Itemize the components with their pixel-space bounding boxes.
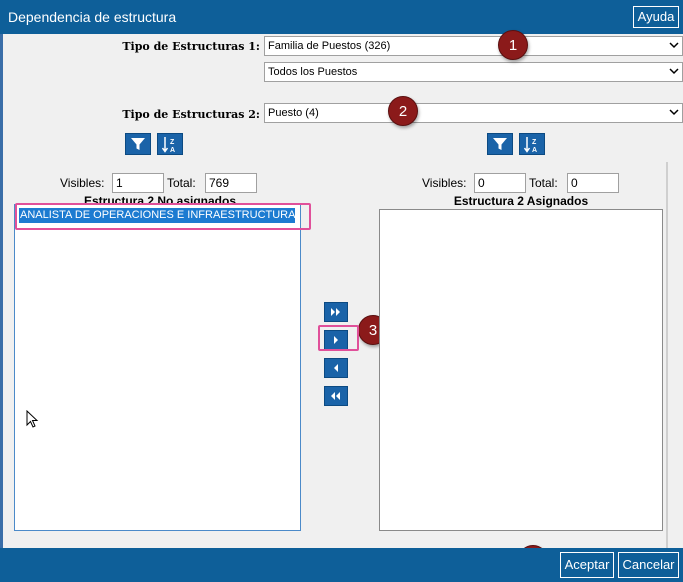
right-filter-button[interactable] [487,133,513,155]
right-visibles-label: Visibles: [422,176,467,190]
mouse-cursor-icon [26,410,39,428]
puestos-filter-select[interactable]: Todos los Puestos [264,62,683,82]
puestos-filter-value: Todos los Puestos [268,66,358,78]
chevron-down-icon [669,109,679,116]
left-sort-button[interactable]: Z A [157,133,183,155]
tipo-estructuras-2-label: Tipo de Estructuras 2: [122,108,260,121]
chevron-down-icon [669,68,679,75]
unassigned-listbox[interactable]: ANALISTA DE OPERACIONES E INFRAESTRUCTUR… [14,204,301,531]
move-left-button[interactable] [324,358,348,378]
right-sort-button[interactable]: Z A [519,133,545,155]
filter-icon [131,138,145,150]
tipo-estructuras-2-select[interactable]: Puesto (4) [264,103,683,123]
sort-za-icon: Z A [524,137,537,154]
right-visibles-field[interactable]: 0 [474,173,526,193]
chevron-down-icon [669,42,679,49]
tipo-estructuras-1-select[interactable]: Familia de Puestos (326) [264,36,683,56]
vertical-scrollbar[interactable] [666,162,668,548]
step-badge-1: 1 [498,30,528,60]
svg-text:Z: Z [532,139,537,146]
move-all-left-button[interactable] [324,386,348,406]
right-total-field[interactable]: 0 [567,173,619,193]
left-total-field[interactable]: 769 [205,173,257,193]
svg-text:Z: Z [170,139,175,146]
left-visibles-label: Visibles: [60,176,105,190]
cancel-button[interactable]: Cancelar [618,552,679,578]
highlight-box [15,203,311,230]
dialog-titlebar: Dependencia de estructura Ayuda [0,0,683,34]
left-filter-button[interactable] [125,133,151,155]
accept-button[interactable]: Aceptar [560,552,614,578]
left-total-label: Total: [167,176,196,190]
tipo-estructuras-2-value: Puesto (4) [268,107,319,119]
help-button[interactable]: Ayuda [633,6,679,28]
tipo-estructuras-1-value: Familia de Puestos (326) [268,40,391,52]
highlight-box [318,325,359,351]
double-chevron-left-icon [331,392,340,400]
right-list-title: Estructura 2 Asignados [453,194,589,208]
left-visibles-field[interactable]: 1 [112,173,164,193]
filter-icon [493,138,507,150]
chevron-left-icon [334,364,338,372]
double-chevron-right-icon [331,308,340,316]
svg-text:A: A [532,147,537,154]
sort-za-icon: Z A [162,137,175,154]
right-total-label: Total: [529,176,558,190]
step-badge-2: 2 [388,96,418,126]
tipo-estructuras-1-label: Tipo de Estructuras 1: [122,40,260,53]
svg-text:A: A [170,147,175,154]
dialog-title: Dependencia de estructura [8,9,177,25]
assigned-listbox[interactable] [379,209,663,531]
move-all-right-button[interactable] [324,302,348,322]
left-border-strip [0,34,3,548]
